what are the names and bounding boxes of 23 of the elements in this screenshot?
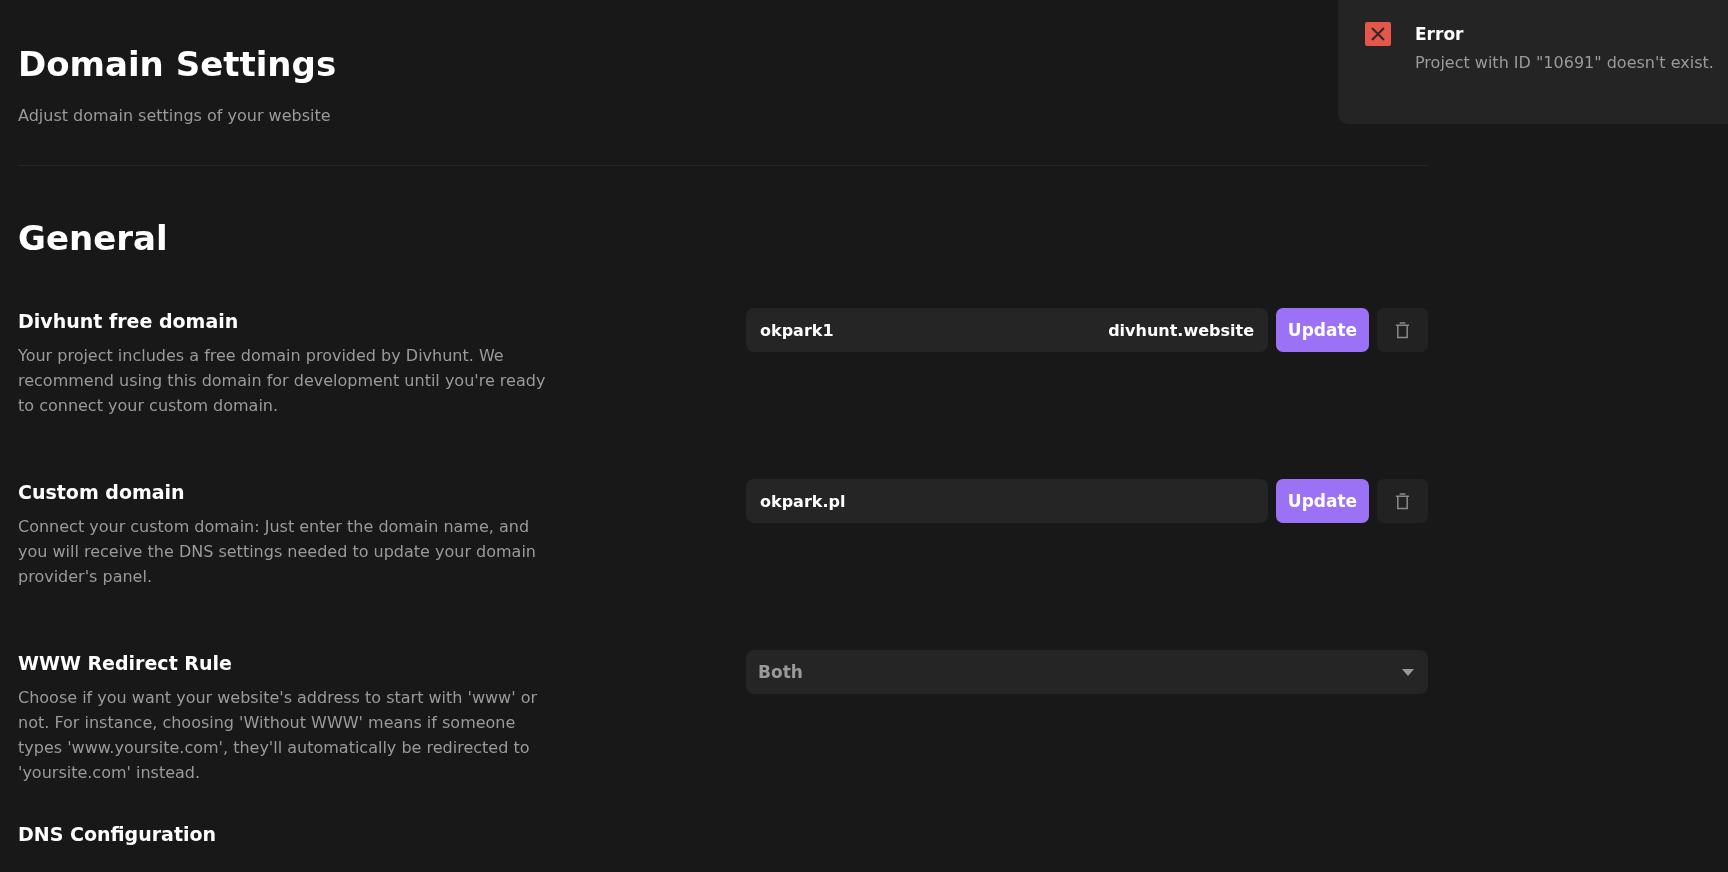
setting-label: Divhunt free domain	[18, 309, 240, 334]
update-button[interactable]: Update	[1276, 479, 1369, 523]
setting-description: Your project includes a free domain provided by Divhunt. We recommend using this domain for development until you're ready to connect your custom domain.	[18, 345, 547, 417]
domain-input[interactable]: okpark.pl	[746, 479, 1268, 523]
error-icon	[1365, 22, 1391, 46]
toast-message: Project with ID "10691" doesn't exist.	[1415, 52, 1715, 74]
delete-button[interactable]	[1377, 479, 1428, 523]
setting-label: WWW Redirect Rule	[18, 651, 233, 676]
page-subtitle: Adjust domain settings of your website	[18, 106, 332, 125]
domain-suffix: divhunt.website	[1108, 320, 1254, 340]
section-title: General	[18, 217, 169, 260]
delete-button[interactable]	[1377, 308, 1428, 352]
setting-description: Connect your custom domain: Just enter the domain name, and you will receive the DNS settings needed to update your domain provider's panel.	[18, 516, 537, 588]
setting-description: Choose if you want your website's address to start with 'www' or not. For instance, choosing 'Without WWW' means if someone types 'www.yoursite.com', they'll automatically be redirected to 'yoursite.com' instead.	[18, 687, 539, 784]
trash-icon	[1395, 321, 1410, 339]
caret-icon	[1402, 668, 1414, 676]
trash-icon	[1395, 492, 1410, 510]
redirect-dropdown[interactable]: Both	[746, 650, 1428, 694]
setting-label: DNS Configuration	[18, 822, 218, 847]
toast-title: Error	[1415, 24, 1465, 44]
update-button[interactable]: Update	[1276, 308, 1369, 352]
domain-input[interactable]: okpark1 divhunt.website	[746, 308, 1268, 352]
setting-label: Custom domain	[18, 480, 186, 505]
